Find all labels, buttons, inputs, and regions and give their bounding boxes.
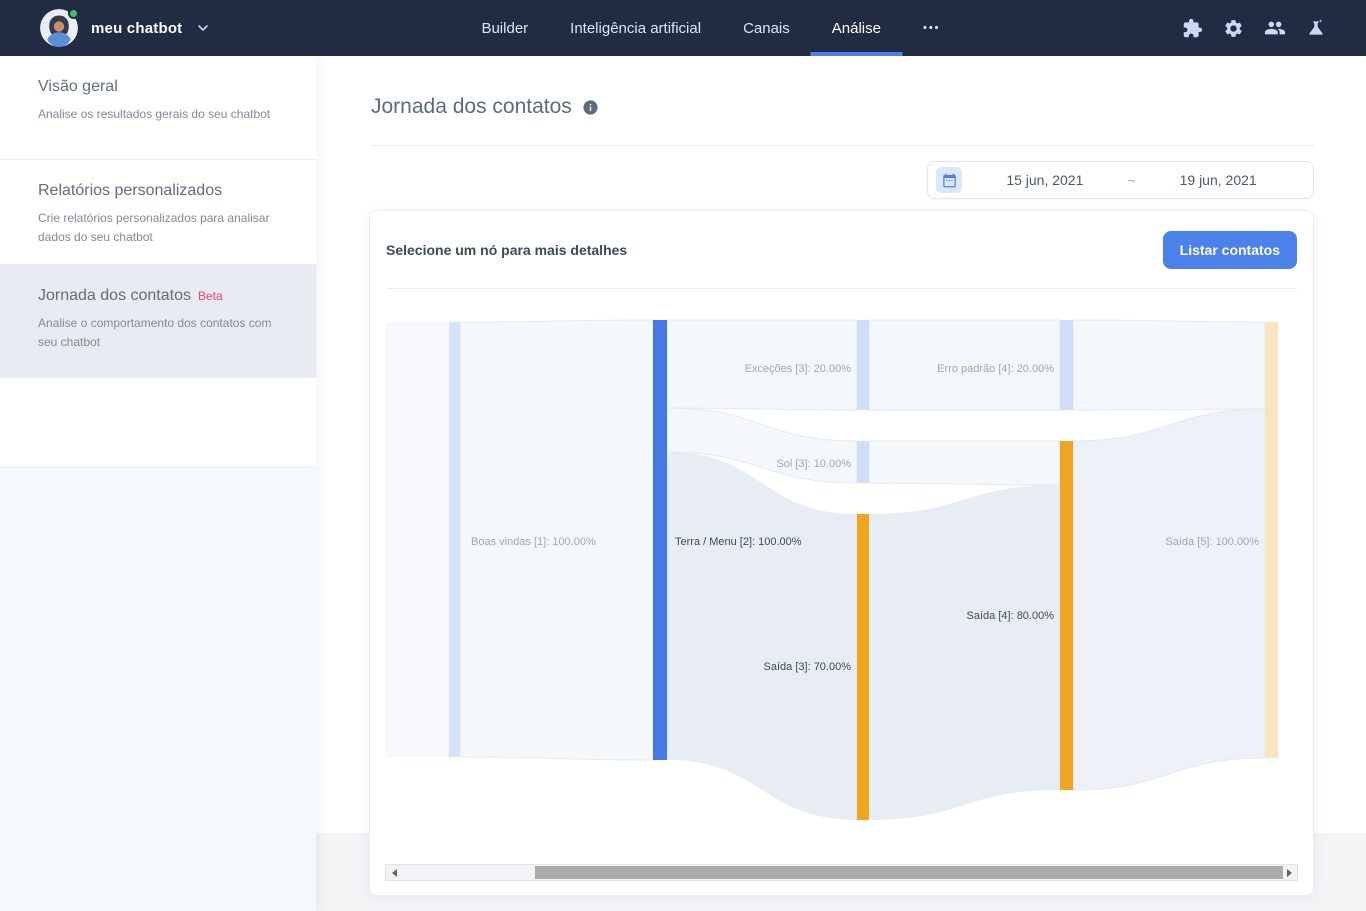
date-range-picker[interactable]: 15 jun, 2021 ~ 19 jun, 2021 [927,161,1314,199]
node-saida-4[interactable] [1060,441,1073,790]
nav-canais[interactable]: Canais [743,0,790,56]
node-saida-3[interactable] [857,514,869,820]
date-separator: ~ [1128,173,1136,188]
card-divider [386,288,1297,289]
node-excecoes-3[interactable] [857,320,869,410]
scroll-right-button[interactable] [1281,865,1297,880]
flow-erro-padrao-saida5 [1073,320,1265,410]
flow-saida3-saida4 [869,485,1060,820]
sidebar-item-description: Analise os resultados gerais do seu chat… [38,105,283,124]
page-title: Jornada dos contatos [371,95,572,119]
people-icon[interactable] [1264,17,1286,39]
flask-icon[interactable] [1306,18,1326,38]
puzzle-icon[interactable] [1182,18,1203,39]
flow-terra-menu-saida3 [667,452,857,820]
node-erro-padrao-4[interactable] [1060,320,1073,410]
flow-sol-saida4 [869,441,1060,485]
info-icon[interactable] [582,99,599,116]
nav-builder[interactable]: Builder [481,0,528,56]
sidebar-item-jornada-dos-contatos[interactable]: Jornada dos contatos Beta Analise o compo… [0,265,316,378]
select-node-hint: Selecione um nó para mais detalhes [386,242,627,258]
journey-card: Selecione um nó para mais detalhes Lista… [369,210,1314,896]
avatar [40,9,78,47]
scroll-left-button[interactable] [386,865,402,880]
top-navbar: meu chatbot Builder Inteligência artific… [0,0,1366,56]
node-label-saida4: Saída [4]: 80.00% [967,610,1055,622]
flow-saida4-saida5 [1073,409,1265,790]
sidebar-item-title: Relatórios personalizados [38,182,286,200]
sidebar-item-title: Jornada dos contatos Beta [38,287,286,305]
date-start-value: 15 jun, 2021 [962,172,1128,188]
bot-selector[interactable]: meu chatbot [40,9,209,47]
title-divider [371,145,1314,146]
node-terra-menu-2[interactable] [653,320,667,760]
horizontal-scrollbar[interactable] [385,864,1298,881]
sidebar-item-description: Analise o comportamento dos contatos com… [38,314,283,352]
node-label-saida3: Saída [3]: 70.00% [764,661,852,673]
main-content: Jornada dos contatos 15 jun, 2021 ~ 19 j… [316,56,1366,911]
scroll-left-arrow-icon [392,869,397,877]
node-label-boas-vindas: Boas vindas [1]: 100.00% [471,536,596,548]
gear-icon[interactable] [1223,18,1244,39]
chevron-down-icon [197,22,209,34]
nav-analise[interactable]: Análise [832,0,881,56]
scroll-right-arrow-icon [1287,869,1292,877]
node-boas-vindas-1[interactable] [449,322,460,757]
node-label-saida5: Saída [5]: 100.00% [1165,536,1259,548]
nav-inteligencia-artificial[interactable]: Inteligência artificial [570,0,701,56]
date-end-value: 19 jun, 2021 [1135,172,1301,188]
node-saida-5[interactable] [1265,322,1278,758]
topbar-icon-group [1182,17,1326,39]
sidebar-item-description: Crie relatórios personalizados para anal… [38,209,283,247]
node-sol-3[interactable] [857,441,869,483]
sidebar-footer-area [0,468,316,911]
analysis-sidebar: Visão geral Analise os resultados gerais… [0,56,316,911]
sidebar-spacer [0,378,316,468]
node-label-excecoes: Exceções [3]: 20.00% [745,363,852,375]
sidebar-item-visao-geral[interactable]: Visão geral Analise os resultados gerais… [0,56,316,160]
online-status-dot [68,8,79,19]
chart-left-area [385,322,449,757]
main-nav: Builder Inteligência artificial Canais A… [481,0,940,56]
sidebar-item-title: Visão geral [38,78,286,96]
sankey-chart: Boas vindas [1]: 100.00% Terra / Menu [2… [385,318,1298,863]
sidebar-item-title-text: Jornada dos contatos [38,287,191,304]
calendar-icon [936,167,962,193]
node-label-sol: Sol [3]: 10.00% [776,458,851,470]
node-label-terra-menu: Terra / Menu [2]: 100.00% [675,536,802,548]
node-label-erro-padrao: Erro padrão [4]: 20.00% [937,363,1054,375]
more-menu-icon[interactable]: ••• [923,0,941,56]
bot-name: meu chatbot [91,20,182,37]
beta-badge: Beta [198,289,223,303]
scrollbar-thumb[interactable] [535,866,1283,879]
listar-contatos-button[interactable]: Listar contatos [1163,231,1297,269]
sidebar-item-relatorios-personalizados[interactable]: Relatórios personalizados Crie relatório… [0,160,316,265]
